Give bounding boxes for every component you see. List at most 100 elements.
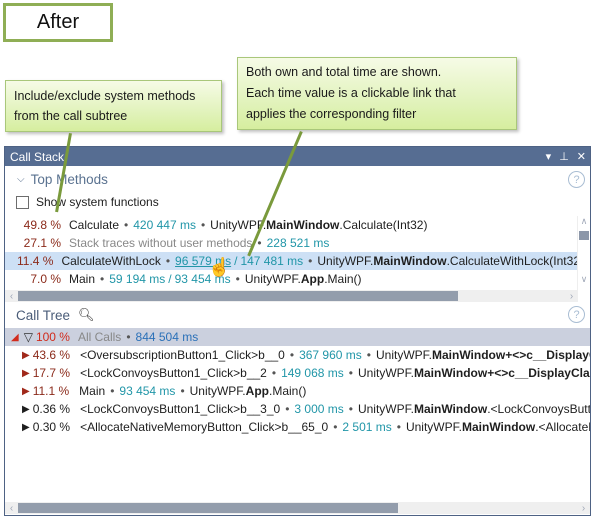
method-name: Main <box>69 272 96 286</box>
namespace: UnityWPF. <box>357 402 414 416</box>
vertical-scrollbar[interactable]: ∧ ∨ <box>577 216 590 290</box>
top-methods-list: 49.8 % Calculate • 420 447 ms • UnityWPF… <box>5 216 590 290</box>
bullet: • <box>333 420 338 434</box>
namespace: UnityWPF. <box>189 384 246 398</box>
top-methods-title: Top Methods <box>30 171 108 187</box>
percent: 7.0 % <box>30 272 61 286</box>
scroll-right-icon[interactable]: › <box>565 291 578 302</box>
help-icon[interactable]: ? <box>568 171 585 188</box>
bullet: • <box>200 218 206 232</box>
list-item[interactable]: 27.1 % Stack traces without user methods… <box>5 234 578 252</box>
call-stack-window: Call Stack ▾ ⊥ ✕ ⌵ Top Methods ? Show sy… <box>4 146 591 516</box>
bullet: • <box>396 420 401 434</box>
search-icon[interactable]: 🔍︎ <box>78 307 95 323</box>
tree-row[interactable]: ▶ 11.1 % Main • 93 454 ms • UnityWPF. App… <box>5 382 590 400</box>
node-name: <LockConvoysButton1_Click>b__2 <box>80 366 267 380</box>
time-link[interactable]: 3 000 ms <box>294 402 343 416</box>
call-tree-header: Call Tree 🔍︎ ? <box>5 302 590 328</box>
node-name: <LockConvoysButton1_Click>b__3_0 <box>80 402 281 416</box>
horizontal-scrollbar[interactable]: ‹ › <box>5 290 578 302</box>
show-system-functions-checkbox[interactable]: Show system functions <box>5 192 590 212</box>
bullet: • <box>100 272 105 286</box>
title-bar: Call Stack ▾ ⊥ ✕ <box>5 147 590 166</box>
call-tree: ▶ 43.6 % <OversubscriptionButton1_Click>… <box>5 346 590 485</box>
scroll-left-icon[interactable]: ‹ <box>5 503 18 514</box>
collapsed-triangle-icon[interactable]: ▶ <box>22 404 30 415</box>
time-link[interactable]: 367 960 ms <box>299 348 362 362</box>
time-link[interactable]: 93 454 ms <box>119 384 175 398</box>
top-methods-header[interactable]: ⌵ Top Methods ? <box>5 166 590 192</box>
bullet: • <box>348 402 353 416</box>
method-signature: .Main() <box>268 384 307 398</box>
scroll-thumb[interactable] <box>18 503 398 513</box>
bullet: • <box>110 384 115 398</box>
scroll-down-icon[interactable]: ∨ <box>578 274 590 286</box>
tree-row[interactable]: ▶ 0.30 % <AllocateNativeMemoryButton_Cli… <box>5 418 590 436</box>
method-signature: .CalculateWithLock(Int32 <box>446 254 578 268</box>
own-time-link[interactable]: 228 521 ms <box>267 236 330 250</box>
expanded-triangle-icon[interactable]: ◢ <box>11 332 19 343</box>
bullet: • <box>308 254 313 268</box>
scroll-thumb[interactable] <box>579 231 589 240</box>
checkbox[interactable] <box>16 195 29 209</box>
callout-line: from the call subtree <box>14 109 128 123</box>
hand-cursor-icon: ☝ <box>208 257 231 277</box>
window-title: Call Stack <box>10 149 65 164</box>
scroll-up-icon[interactable]: ∧ <box>578 216 590 228</box>
own-time-link[interactable]: 420 447 ms <box>133 218 196 232</box>
separator: / <box>234 254 238 268</box>
method-signature: .<LockConvoysButton <box>487 402 590 416</box>
help-icon[interactable]: ? <box>568 306 585 323</box>
filter-icon: ▽ <box>23 330 33 344</box>
tree-row[interactable]: ▶ 0.36 % <LockConvoysButton1_Click>b__3_… <box>5 400 590 418</box>
time-link[interactable]: 2 501 ms <box>342 420 391 434</box>
bullet: • <box>180 384 185 398</box>
list-item-selected[interactable]: 11.4 % CalculateWithLock • 96 579 ms / 1… <box>5 252 578 270</box>
list-item[interactable]: 7.0 % Main • 59 194 ms / 93 454 ms • Uni… <box>5 270 578 288</box>
bullet: • <box>257 236 262 250</box>
collapsed-triangle-icon[interactable]: ▶ <box>22 422 30 433</box>
percent: 17.7 % <box>32 366 71 380</box>
method-name: CalculateWithLock <box>61 254 161 268</box>
time-link[interactable]: 149 068 ms <box>281 366 344 380</box>
percent: 0.36 % <box>32 402 71 416</box>
chevron-down-icon[interactable]: ⌵ <box>17 174 25 185</box>
percent: 11.1 % <box>32 384 70 398</box>
class-name: MainWindow <box>373 254 447 268</box>
pin-icon[interactable]: ⊥ <box>559 150 569 163</box>
close-icon[interactable]: ✕ <box>577 150 586 163</box>
method-signature: .Calculate(Int32) <box>339 218 428 232</box>
namespace: UnityWPF. <box>317 254 374 268</box>
collapsed-triangle-icon[interactable]: ▶ <box>22 386 30 397</box>
time-link[interactable]: 844 504 ms <box>136 330 199 344</box>
callout-time-values: Both own and total time are shown. Each … <box>237 57 517 130</box>
dropdown-icon[interactable]: ▾ <box>546 150 552 163</box>
namespace: UnityWPF. <box>405 420 462 434</box>
own-time-link[interactable]: 59 194 ms <box>109 272 165 286</box>
class-name: App <box>245 384 269 398</box>
scroll-right-icon[interactable]: › <box>577 503 590 514</box>
percent: 11.4 % <box>17 254 54 268</box>
node-name: <OversubscriptionButton1_Click>b__0 <box>80 348 285 362</box>
callout-line: Each time value is a clickable link that <box>246 86 456 100</box>
collapsed-triangle-icon[interactable]: ▶ <box>22 350 30 361</box>
scroll-left-icon[interactable]: ‹ <box>5 291 18 302</box>
scroll-thumb[interactable] <box>18 291 458 301</box>
node-name: All Calls <box>77 330 122 344</box>
percent: 43.6 % <box>32 348 71 362</box>
namespace: UnityWPF. <box>375 348 432 362</box>
class-name: MainWindow+<>c__DisplayC <box>432 348 590 362</box>
collapsed-triangle-icon[interactable]: ▶ <box>22 368 30 379</box>
tree-row[interactable]: ▶ 43.6 % <OversubscriptionButton1_Click>… <box>5 346 590 364</box>
bullet: • <box>289 348 295 362</box>
bullet: • <box>124 218 129 232</box>
separator: / <box>168 272 172 286</box>
all-calls-row[interactable]: ◢ ▽ 100 % All Calls • 844 504 ms <box>5 328 590 346</box>
method-signature: .Main() <box>324 272 362 286</box>
horizontal-scrollbar[interactable]: ‹ › <box>5 502 590 514</box>
bullet: • <box>366 348 371 362</box>
bullet: • <box>235 272 240 286</box>
list-item[interactable]: 49.8 % Calculate • 420 447 ms • UnityWPF… <box>5 216 578 234</box>
class-name: MainWindow+<>c__DisplayClass3 <box>414 366 590 380</box>
tree-row[interactable]: ▶ 17.7 % <LockConvoysButton1_Click>b__2 … <box>5 364 590 382</box>
